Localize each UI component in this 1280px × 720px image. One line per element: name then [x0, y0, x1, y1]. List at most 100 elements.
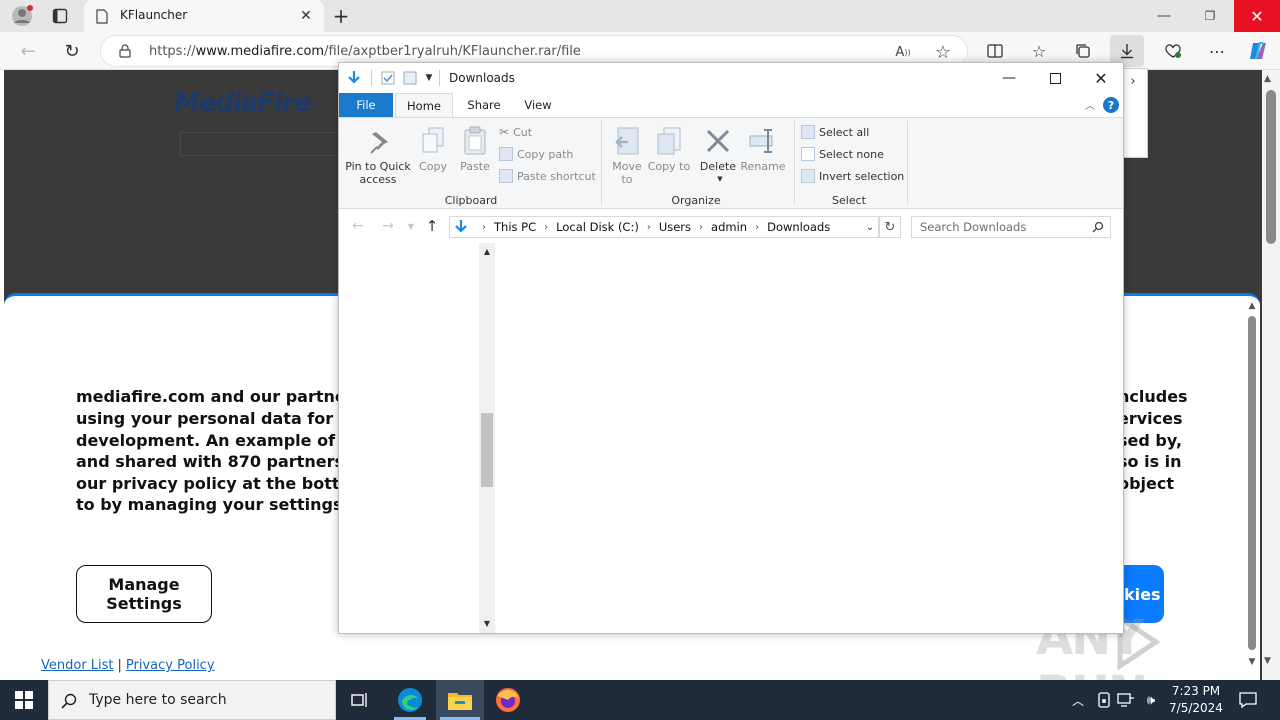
page-scroll-thumb[interactable]: [1266, 90, 1276, 244]
browser-restore-icon[interactable]: ❐: [1194, 4, 1226, 28]
split-screen-icon[interactable]: [984, 40, 1006, 62]
nav-scroll-thumb[interactable]: [481, 413, 493, 487]
scroll-up-icon[interactable]: ▲: [1264, 74, 1271, 84]
consent-scroll-thumb[interactable]: [1248, 316, 1256, 650]
tab-view[interactable]: View: [513, 93, 563, 117]
select-all-icon: [801, 125, 815, 139]
close-icon[interactable]: ✕: [1087, 67, 1115, 89]
consent-links: Vendor List | Privacy Policy: [41, 658, 215, 673]
nav-scroll-down-icon[interactable]: ▼: [481, 617, 493, 629]
divider: [371, 70, 372, 86]
divider: [439, 70, 440, 86]
device-icon[interactable]: [1094, 690, 1114, 710]
breadcrumb-admin[interactable]: admin: [711, 220, 747, 234]
nav-forward-icon[interactable]: →: [379, 217, 397, 235]
maximize-icon[interactable]: [1041, 67, 1069, 89]
close-tab-icon[interactable]: ✕: [298, 8, 314, 24]
read-aloud-icon[interactable]: A)): [893, 42, 913, 62]
up-folder-icon[interactable]: ↑: [423, 217, 441, 235]
downloads-folder-icon: [345, 69, 363, 87]
cut-button[interactable]: ✂ Cut: [499, 125, 532, 139]
favorite-star-icon[interactable]: ☆: [933, 42, 953, 63]
tab-title: KFlauncher: [120, 8, 188, 22]
network-icon[interactable]: [1116, 690, 1136, 710]
back-icon[interactable]: ←: [16, 40, 40, 62]
task-view-icon[interactable]: [340, 680, 380, 720]
copy-button[interactable]: Copy: [413, 160, 453, 174]
delete-button[interactable]: Delete: [695, 160, 741, 174]
pin-to-quick-access-button[interactable]: Pin to Quick access: [343, 160, 413, 186]
refresh-folder-icon[interactable]: ↻: [879, 216, 901, 238]
firefox-taskbar-icon[interactable]: [486, 680, 530, 720]
system-clock[interactable]: 7:23 PM 7/5/2024: [1168, 683, 1224, 717]
consent-text-line: sed by,: [1118, 431, 1183, 450]
properties-icon[interactable]: [379, 69, 397, 87]
quick-access-dropdown-icon[interactable]: ▼: [423, 71, 435, 85]
scroll-down-icon[interactable]: ▼: [1264, 656, 1271, 666]
edge-taskbar-icon[interactable]: [388, 680, 432, 720]
paste-button[interactable]: Paste: [455, 160, 495, 174]
search-downloads-input[interactable]: Search Downloads: [911, 216, 1111, 238]
consent-scroll-up-icon[interactable]: ▲: [1246, 300, 1258, 312]
minimize-icon[interactable]: —: [995, 67, 1023, 89]
recent-locations-icon[interactable]: ▼: [405, 219, 417, 233]
address-dropdown-icon[interactable]: ⌄: [862, 219, 878, 235]
file-explorer-taskbar-icon[interactable]: [438, 680, 482, 720]
copy-to-button[interactable]: Copy to: [647, 160, 691, 174]
tab-actions-icon[interactable]: [50, 6, 70, 26]
consent-scroll-down-icon[interactable]: ▼: [1246, 656, 1258, 668]
address-breadcrumb[interactable]: › This PC › Local Disk (C:) › Users › ad…: [449, 216, 879, 238]
tab-share[interactable]: Share: [459, 93, 509, 117]
copy-path-button[interactable]: Copy path: [499, 147, 573, 161]
breadcrumb-local-disk[interactable]: Local Disk (C:): [556, 220, 639, 234]
copy-icon: [419, 125, 447, 157]
browser-minimize-icon[interactable]: —: [1148, 4, 1180, 28]
nav-scroll-up-icon[interactable]: ▲: [481, 245, 493, 257]
pin-icon: [365, 129, 393, 157]
tab-home[interactable]: Home: [395, 93, 453, 117]
breadcrumb-users[interactable]: Users: [659, 220, 691, 234]
page-icon: [94, 8, 110, 24]
notifications-icon[interactable]: [1234, 686, 1262, 714]
collections-icon[interactable]: [1072, 40, 1094, 62]
invert-selection-button[interactable]: Invert selection: [801, 169, 904, 183]
profile-icon[interactable]: [10, 4, 34, 28]
page-scrollbar[interactable]: ▲ ▼: [1262, 70, 1280, 680]
search-icon[interactable]: [1090, 219, 1106, 235]
browser-close-icon[interactable]: ✕: [1234, 0, 1280, 32]
paste-shortcut-button[interactable]: Paste shortcut: [499, 169, 596, 183]
select-none-button[interactable]: Select none: [801, 147, 884, 161]
vendor-list-link[interactable]: Vendor List: [41, 658, 114, 673]
start-icon[interactable]: [0, 680, 48, 720]
move-to-button[interactable]: Move to: [605, 160, 649, 186]
rename-button[interactable]: Rename: [737, 160, 789, 174]
taskbar-search-box[interactable]: Type here to search: [48, 680, 336, 720]
more-menu-icon[interactable]: ⋯: [1206, 40, 1228, 62]
browser-essentials-icon[interactable]: [1162, 40, 1184, 62]
breadcrumb-downloads[interactable]: Downloads: [767, 220, 830, 234]
privacy-policy-link[interactable]: Privacy Policy: [126, 658, 215, 673]
breadcrumb-trail: › This PC › Local Disk (C:) › Users › ad…: [474, 217, 830, 237]
new-folder-icon[interactable]: [401, 69, 419, 87]
breadcrumb-this-pc[interactable]: This PC: [494, 220, 536, 234]
file-list-area[interactable]: [495, 243, 1123, 633]
delete-dropdown-icon[interactable]: ▼: [715, 175, 725, 183]
nav-back-icon[interactable]: ←: [349, 217, 367, 235]
favorites-icon[interactable]: ☆: [1028, 40, 1050, 62]
paste-icon: [461, 125, 489, 157]
copilot-icon[interactable]: [1244, 38, 1272, 64]
navigation-pane[interactable]: [339, 243, 495, 633]
show-hidden-icons[interactable]: ︿: [1068, 690, 1088, 710]
collapse-ribbon-icon[interactable]: ︿: [1083, 97, 1097, 112]
new-tab-icon[interactable]: +: [330, 4, 352, 28]
volume-icon[interactable]: 🕪: [1140, 690, 1162, 710]
select-all-button[interactable]: Select all: [801, 125, 869, 139]
manage-settings-button[interactable]: Manage Settings: [76, 565, 212, 623]
chevron-right-icon[interactable]: ›: [1124, 73, 1142, 89]
paste-shortcut-icon: [499, 169, 513, 183]
tab-file[interactable]: File: [339, 93, 393, 117]
help-icon[interactable]: ?: [1103, 97, 1119, 113]
refresh-icon[interactable]: ↻: [60, 40, 84, 62]
breadcrumb-separator-icon: ›: [699, 221, 704, 233]
browser-tab[interactable]: KFlauncher ✕: [84, 0, 324, 32]
